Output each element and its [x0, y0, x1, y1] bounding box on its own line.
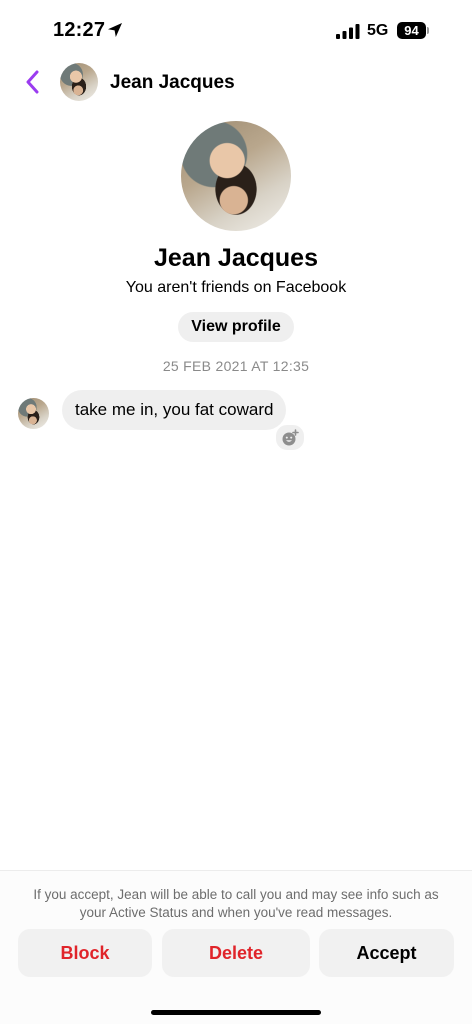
add-reaction-icon — [282, 428, 299, 445]
back-button[interactable] — [20, 66, 44, 98]
accept-button[interactable]: Accept — [319, 929, 454, 977]
request-info-text: If you accept, Jean will be able to call… — [33, 887, 439, 920]
location-arrow-icon — [107, 22, 123, 38]
friendship-status: You aren't friends on Facebook — [125, 279, 347, 296]
network-type: 5G — [367, 22, 389, 39]
battery-icon: 94 — [397, 22, 430, 39]
status-time: 12:27 — [53, 19, 106, 41]
sender-avatar[interactable] — [18, 398, 49, 429]
battery-level: 94 — [397, 22, 426, 39]
message-bubble[interactable]: take me in, you fat coward — [62, 390, 287, 430]
block-button[interactable]: Block — [18, 929, 152, 977]
add-reaction-button[interactable] — [274, 423, 306, 452]
signal-icon — [336, 24, 360, 39]
message-timestamp: 25 FEB 2021 AT 12:35 — [162, 358, 310, 374]
header-contact-name[interactable]: Jean Jacques — [110, 72, 235, 94]
view-profile-button[interactable]: View profile — [178, 312, 294, 342]
profile-name: Jean Jacques — [154, 244, 318, 272]
delete-button[interactable]: Delete — [162, 929, 310, 977]
back-chevron-icon — [26, 70, 39, 94]
header-avatar[interactable] — [60, 63, 98, 101]
divider — [0, 870, 472, 871]
home-indicator[interactable] — [151, 1010, 321, 1015]
profile-avatar[interactable] — [181, 121, 291, 231]
